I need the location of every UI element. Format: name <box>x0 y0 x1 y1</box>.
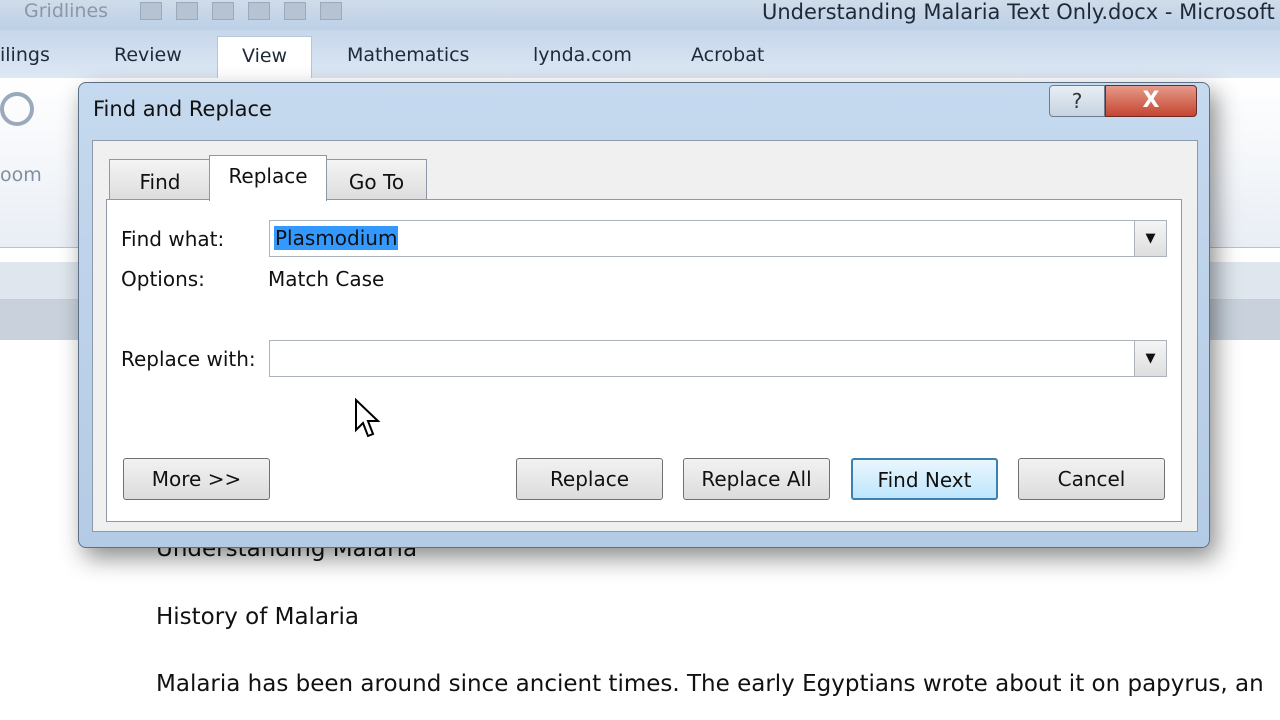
zoom-label[interactable]: oom <box>0 164 42 186</box>
options-label: Options: <box>121 267 205 291</box>
mouse-cursor-icon <box>355 398 381 438</box>
chevron-down-icon[interactable]: ▼ <box>1134 341 1166 376</box>
tab-replace[interactable]: Replace <box>209 155 327 201</box>
replace-button[interactable]: Replace <box>516 458 663 500</box>
picture-icon[interactable] <box>140 2 162 20</box>
tab-mailings[interactable]: ilings <box>0 44 50 66</box>
tab-mathematics[interactable]: Mathematics <box>347 44 469 66</box>
window-title: Understanding Malaria Text Only.docx - M… <box>762 0 1275 24</box>
chevron-down-icon[interactable]: ▼ <box>1134 221 1166 256</box>
doc-paragraph[interactable]: Malaria has been around since ancient ti… <box>156 671 1264 697</box>
doc-heading[interactable]: History of Malaria <box>156 604 359 630</box>
replace-with-input[interactable]: ▼ <box>269 340 1167 377</box>
dialog-body: Find Replace Go To Find what: Plasmodium… <box>92 140 1198 532</box>
tab-acrobat[interactable]: Acrobat <box>691 44 764 66</box>
find-replace-dialog: Find and Replace ? X Find Replace Go To … <box>78 82 1210 548</box>
cancel-button[interactable]: Cancel <box>1018 458 1165 500</box>
dialog-title: Find and Replace <box>93 97 272 121</box>
options-value: Match Case <box>268 267 385 291</box>
tab-lynda[interactable]: lynda.com <box>533 44 632 66</box>
align-icon[interactable] <box>212 2 234 20</box>
tab-review[interactable]: Review <box>114 44 182 66</box>
quick-access-toolbar <box>140 2 342 20</box>
find-what-input[interactable]: Plasmodium ▼ <box>269 220 1167 257</box>
more-button[interactable]: More >> <box>123 458 270 500</box>
replace-panel: Find what: Plasmodium ▼ Options: Match C… <box>106 199 1182 522</box>
find-what-value[interactable]: Plasmodium <box>274 226 399 250</box>
font-color-icon[interactable] <box>284 2 306 20</box>
zoom-icon[interactable] <box>0 92 34 126</box>
tab-find[interactable]: Find <box>109 159 211 201</box>
list-icon[interactable] <box>248 2 270 20</box>
find-next-button[interactable]: Find Next <box>851 458 998 500</box>
find-what-label: Find what: <box>121 227 225 251</box>
replace-all-button[interactable]: Replace All <box>683 458 830 500</box>
close-button[interactable]: X <box>1105 85 1197 117</box>
tab-goto[interactable]: Go To <box>326 159 427 201</box>
ribbon-tabs: ilings Review View Mathematics lynda.com… <box>0 30 1280 78</box>
table-icon[interactable] <box>176 2 198 20</box>
text-box-icon[interactable] <box>320 2 342 20</box>
replace-with-label: Replace with: <box>121 347 256 371</box>
title-bar: Gridlines Understanding Malaria Text Onl… <box>0 0 1280 30</box>
help-button[interactable]: ? <box>1049 85 1105 117</box>
tab-view[interactable]: View <box>217 36 313 78</box>
gridlines-label: Gridlines <box>24 0 109 22</box>
